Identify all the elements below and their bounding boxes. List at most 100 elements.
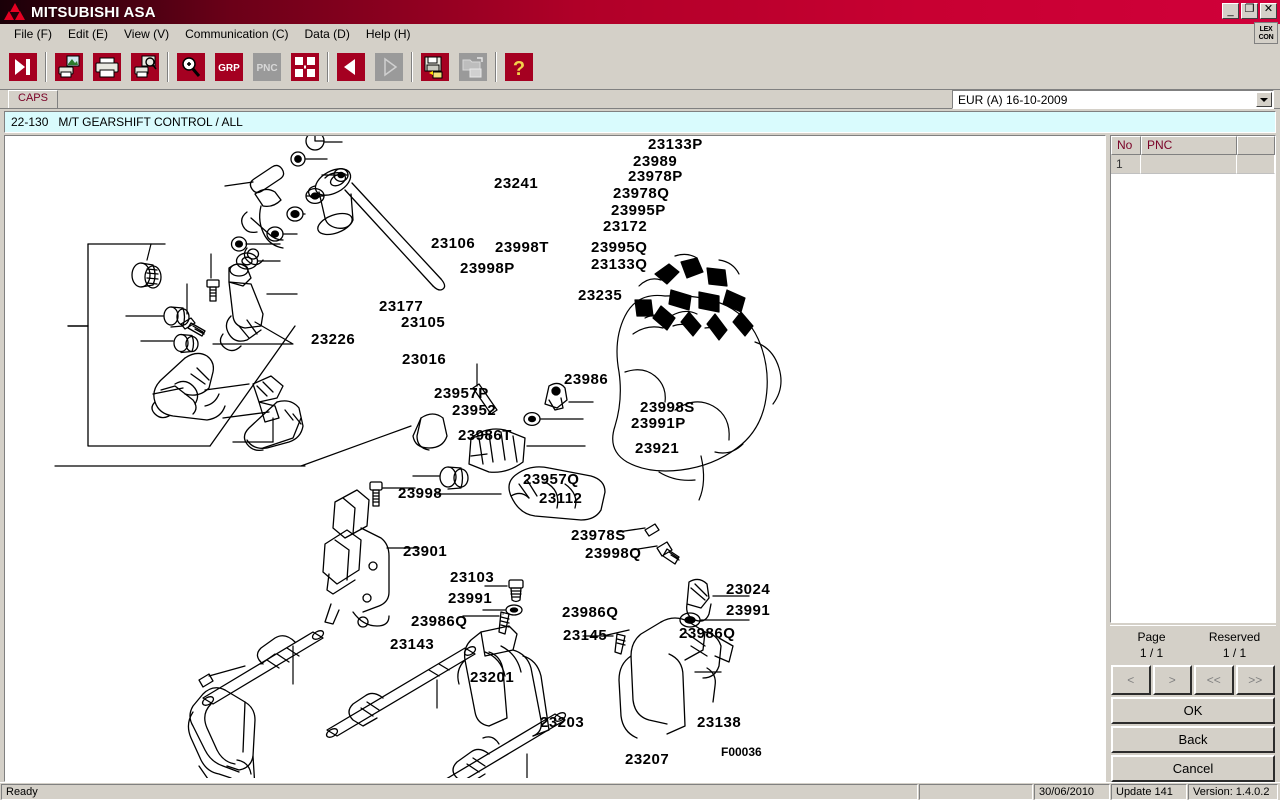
part-callout-23978P[interactable]: 23978P <box>628 168 683 185</box>
part-callout-23901[interactable]: 23901 <box>403 543 447 560</box>
part-callout-23978Q[interactable]: 23978Q <box>613 185 669 202</box>
help-button[interactable]: ? <box>501 48 537 85</box>
minimize-button[interactable]: _ <box>1222 3 1239 19</box>
save-button[interactable] <box>417 48 453 85</box>
part-callout-23241[interactable]: 23241 <box>494 175 538 192</box>
part-callout-23921[interactable]: 23921 <box>635 440 679 457</box>
print-button[interactable] <box>89 48 125 85</box>
minimize-icon: _ <box>1227 5 1234 17</box>
grp-icon: GRP <box>214 52 244 82</box>
part-callout-23991P[interactable]: 23991P <box>631 415 686 432</box>
last-page-button[interactable]: >> <box>1235 665 1275 695</box>
next-button[interactable] <box>371 48 407 85</box>
goto-end-button[interactable] <box>5 48 41 85</box>
part-callout-23957P[interactable]: 23957P <box>434 385 489 402</box>
part-callout-23145[interactable]: 23145 <box>563 627 607 644</box>
part-callout-23177[interactable]: 23177 <box>379 298 423 315</box>
cancel-button[interactable]: Cancel <box>1111 755 1275 782</box>
part-callout-23978S[interactable]: 23978S <box>571 527 626 544</box>
pnc-button[interactable]: PNC <box>249 48 285 85</box>
toolbar-separator-4 <box>408 50 416 84</box>
part-callout-23986Q[interactable]: 23986Q <box>562 604 618 621</box>
part-callout-23207[interactable]: 23207 <box>625 751 669 768</box>
table-row[interactable]: 1 <box>1111 155 1275 174</box>
part-callout-23991[interactable]: 23991 <box>448 590 492 607</box>
part-callout-23203[interactable]: 23203 <box>540 714 584 731</box>
title-bar: MITSUBISHI ASA _ ❐ ✕ <box>0 0 1280 24</box>
print-search-button[interactable] <box>127 48 163 85</box>
export-button[interactable] <box>455 48 491 85</box>
part-callout-23106[interactable]: 23106 <box>431 235 475 252</box>
part-callout-23998T[interactable]: 23998T <box>495 239 549 256</box>
tab-caps[interactable]: CAPS <box>8 90 58 108</box>
pagination-controls: < > << >> <box>1110 665 1276 695</box>
toolbar-separator-2 <box>164 50 172 84</box>
part-callout-23226[interactable]: 23226 <box>311 331 355 348</box>
print-image-icon <box>54 52 84 82</box>
part-callout-23998[interactable]: 23998 <box>398 485 442 502</box>
ok-button[interactable]: OK <box>1111 697 1275 724</box>
close-button[interactable]: ✕ <box>1260 3 1277 19</box>
zoom-button[interactable] <box>173 48 209 85</box>
part-callout-23112[interactable]: 23112 <box>539 490 582 507</box>
column-header-no[interactable]: No <box>1111 136 1141 155</box>
part-callout-23986[interactable]: 23986 <box>564 371 608 388</box>
part-callout-23986Q[interactable]: 23986Q <box>411 613 467 630</box>
diagram-canvas[interactable]: 23133P 23989 23978P 23978Q 23995P 23172 23241 2… <box>4 135 1106 782</box>
toolbar: GRP PNC ? <box>0 44 1280 90</box>
region-date-combo[interactable]: EUR (A) 16-10-2009 <box>952 90 1274 109</box>
part-callout-23998Q[interactable]: 23998Q <box>585 545 641 562</box>
menu-communication[interactable]: Communication (C) <box>177 25 296 43</box>
status-date: 30/06/2010 <box>1034 783 1110 800</box>
part-callout-23133Q[interactable]: 23133Q <box>591 256 647 273</box>
chevron-down-icon[interactable] <box>1256 92 1272 107</box>
part-callout-23201[interactable]: 23201 <box>470 669 514 686</box>
part-callout-23138[interactable]: 23138 <box>697 714 741 731</box>
part-callout-23998S[interactable]: 23998S <box>640 399 695 416</box>
menu-file[interactable]: File (F) <box>6 25 60 43</box>
menu-edit[interactable]: Edit (E) <box>60 25 116 43</box>
part-callout-23991[interactable]: 23991 <box>726 602 770 619</box>
back-button[interactable]: Back <box>1111 726 1275 753</box>
part-callout-23995P[interactable]: 23995P <box>611 202 666 219</box>
svg-text:?: ? <box>513 58 525 80</box>
part-callout-23998P[interactable]: 23998P <box>460 260 515 277</box>
part-callout-23105[interactable]: 23105 <box>401 314 445 331</box>
next-page-button[interactable]: > <box>1152 665 1192 695</box>
window-title: MITSUBISHI ASA <box>31 3 156 21</box>
column-header-extra[interactable] <box>1237 136 1275 155</box>
part-callout-23016[interactable]: 23016 <box>402 351 446 368</box>
print-image-button[interactable] <box>51 48 87 85</box>
part-callout-23952[interactable]: 23952 <box>452 402 496 419</box>
magnifier-plus-icon <box>176 52 206 82</box>
previous-button[interactable] <box>333 48 369 85</box>
part-callout-23995Q[interactable]: 23995Q <box>591 239 647 256</box>
pnc-table[interactable]: No PNC 1 <box>1110 135 1276 623</box>
lexcon-badge[interactable]: LEX CON <box>1254 22 1278 44</box>
menu-help[interactable]: Help (H) <box>358 25 419 43</box>
status-bar: Ready 30/06/2010 Update 141 Version: 1.4… <box>0 782 1280 800</box>
prev-page-button[interactable]: < <box>1111 665 1151 695</box>
part-callout-23103[interactable]: 23103 <box>450 569 494 586</box>
part-callout-23986T[interactable]: 23986T <box>458 427 512 444</box>
four-squares-icon <box>290 52 320 82</box>
menu-data[interactable]: Data (D) <box>297 25 358 43</box>
question-mark-icon: ? <box>504 52 534 82</box>
triangle-right-icon <box>374 52 404 82</box>
part-callout-23957Q[interactable]: 23957Q <box>523 471 579 488</box>
group-button[interactable]: GRP <box>211 48 247 85</box>
first-page-button[interactable]: << <box>1194 665 1234 695</box>
reserved-label: Reserved <box>1208 630 1261 644</box>
cell-pnc <box>1141 155 1237 174</box>
part-callout-23024[interactable]: 23024 <box>726 581 770 598</box>
part-callout-23986Q[interactable]: 23986Q <box>679 625 735 642</box>
part-callout-23133P[interactable]: 23133P <box>648 136 703 153</box>
part-callout-23172[interactable]: 23172 <box>603 218 647 235</box>
part-callout-23235[interactable]: 23235 <box>578 287 622 304</box>
menu-view[interactable]: View (V) <box>116 25 177 43</box>
quad-view-button[interactable] <box>287 48 323 85</box>
lexcon-line2: CON <box>1258 34 1274 41</box>
part-callout-23143[interactable]: 23143 <box>390 636 434 653</box>
column-header-pnc[interactable]: PNC <box>1141 136 1237 155</box>
restore-button[interactable]: ❐ <box>1241 3 1258 19</box>
